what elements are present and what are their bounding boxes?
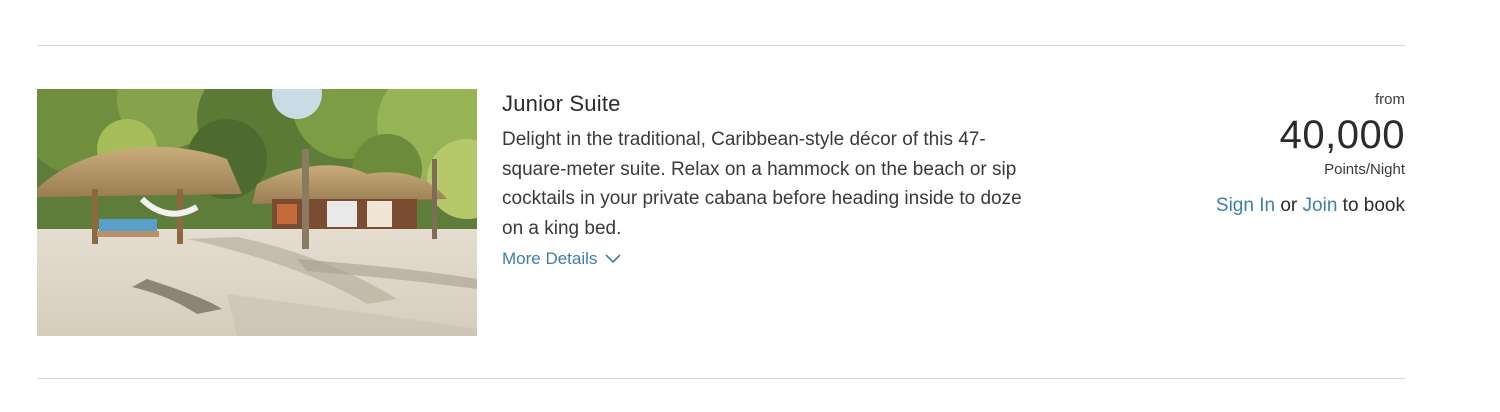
room-title: Junior Suite xyxy=(502,91,621,116)
join-link[interactable]: Join xyxy=(1303,195,1338,216)
more-details-label: More Details xyxy=(502,249,598,268)
beach-cabana-image xyxy=(37,89,477,336)
price-unit: Points/Night xyxy=(1324,161,1405,178)
booking-prompt: Sign In or Join to book xyxy=(1085,195,1405,217)
price-amount: 40,000 xyxy=(1279,113,1405,157)
room-card: Junior Suite Delight in the traditional,… xyxy=(37,89,1405,337)
room-details: Junior Suite Delight in the traditional,… xyxy=(502,89,1042,269)
sign-in-link[interactable]: Sign In xyxy=(1216,195,1275,216)
top-divider xyxy=(37,45,1405,46)
room-price: from 40,000 Points/Night Sign In or Join… xyxy=(1085,89,1405,217)
room-photo[interactable] xyxy=(37,89,477,336)
room-description: Delight in the traditional, Caribbean-st… xyxy=(502,129,1022,239)
bottom-divider xyxy=(37,378,1405,379)
chevron-down-icon xyxy=(605,254,621,264)
price-from-label: from xyxy=(1375,91,1405,108)
or-text: or xyxy=(1280,195,1298,216)
to-book-text: to book xyxy=(1342,195,1405,216)
more-details-link[interactable]: More Details xyxy=(502,249,621,269)
